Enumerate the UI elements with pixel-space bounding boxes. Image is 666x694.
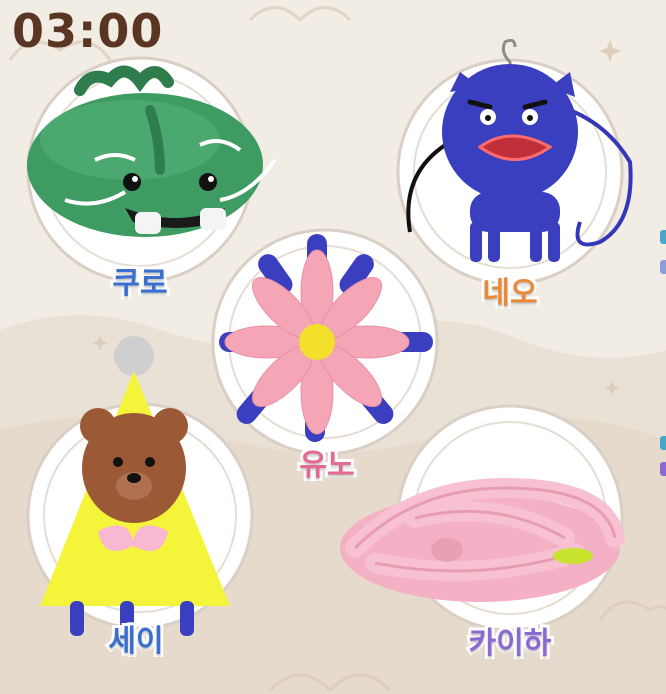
character-card-kaiha[interactable]: 카이하 [340, 398, 630, 664]
character-name-label: 네오 [479, 273, 540, 314]
character-card-sei[interactable]: 세이 [20, 336, 260, 662]
character-name-label: 카이하 [466, 623, 555, 664]
character-name-label: 세이 [105, 621, 166, 662]
character-name-label: 쿠로 [109, 263, 170, 304]
side-tab-marker [660, 462, 666, 476]
side-tab-marker [660, 260, 666, 274]
sei-bear-party-hat-creature [40, 336, 230, 636]
side-tab-marker [660, 230, 666, 244]
kaiha-pink-snake-creature [340, 477, 625, 602]
side-tab-marker [660, 436, 666, 450]
